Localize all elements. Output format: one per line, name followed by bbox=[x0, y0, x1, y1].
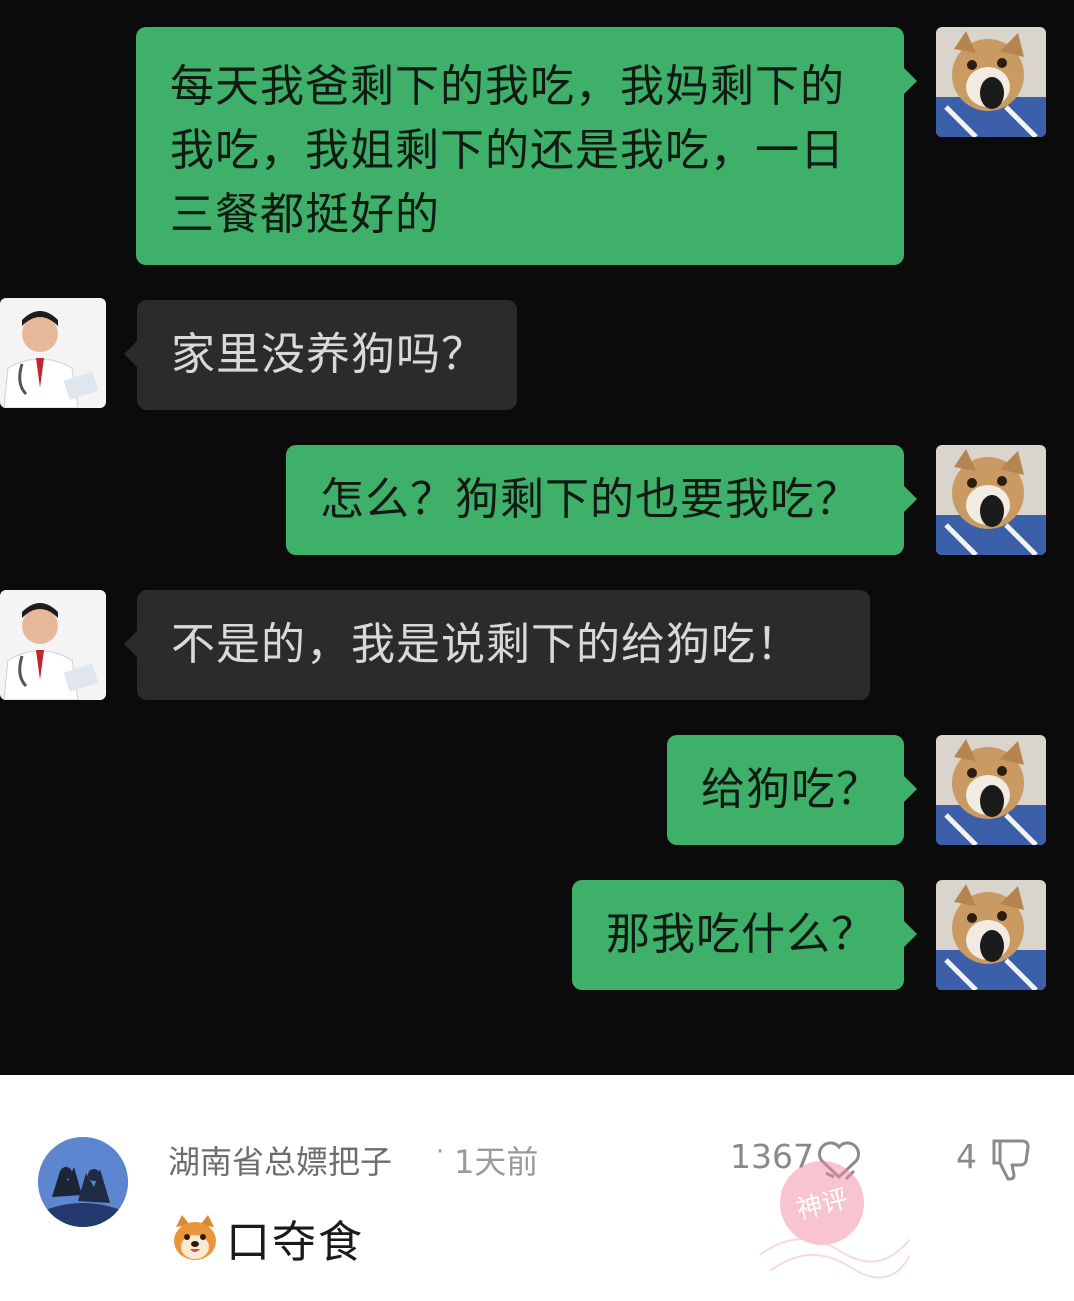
shiba-avatar[interactable] bbox=[936, 445, 1046, 555]
thumbs-down-icon[interactable] bbox=[990, 1137, 1032, 1181]
message-text: 那我吃什么？ bbox=[606, 909, 876, 960]
shiba-dog-emoji-icon bbox=[174, 1215, 216, 1260]
commenter-username[interactable]: 湖南省总嫖把子 bbox=[168, 1137, 392, 1183]
message-line: 每天我爸剩下的我吃，我妈剩下的 bbox=[170, 61, 845, 112]
message-text: 给狗吃？ bbox=[701, 764, 881, 815]
page: 每天我爸剩下的我吃，我妈剩下的 我吃，我姐剩下的还是我吃，一日 三餐都挺好的 家… bbox=[0, 0, 1074, 1301]
chat-screenshot: 每天我爸剩下的我吃，我妈剩下的 我吃，我姐剩下的还是我吃，一日 三餐都挺好的 家… bbox=[0, 0, 1074, 1075]
message-text: 不是的，我是说剩下的给狗吃！ bbox=[171, 619, 801, 670]
chat-bubble-sent: 那我吃什么？ bbox=[572, 880, 917, 990]
shiba-avatar[interactable] bbox=[936, 880, 1046, 990]
chat-bubble-received: 不是的，我是说剩下的给狗吃！ bbox=[124, 590, 870, 700]
commenter-avatar[interactable] bbox=[38, 1137, 128, 1227]
chat-bubble-received: 家里没养狗吗？ bbox=[124, 300, 517, 410]
dislike-count: 4 bbox=[956, 1137, 977, 1176]
god-comment-stamp: 神评 bbox=[760, 1161, 910, 1279]
chat-bubble-sent: 怎么？狗剩下的也要我吃？ bbox=[286, 445, 917, 555]
shiba-avatar[interactable] bbox=[936, 27, 1046, 137]
separator-dot: · bbox=[436, 1137, 445, 1167]
comment-text: 口夺食 bbox=[226, 1217, 364, 1268]
comment-time: 1天前 bbox=[454, 1143, 539, 1181]
message-line: 我吃，我姐剩下的还是我吃，一日 bbox=[170, 125, 845, 176]
shiba-avatar[interactable] bbox=[936, 735, 1046, 845]
message-line: 三餐都挺好的 bbox=[170, 189, 440, 240]
comment-body: 口夺食 bbox=[170, 1210, 364, 1268]
doctor-avatar[interactable] bbox=[0, 590, 106, 700]
doctor-avatar[interactable] bbox=[0, 298, 106, 408]
chat-bubble-sent: 给狗吃？ bbox=[667, 735, 917, 845]
chat-bubble-sent: 每天我爸剩下的我吃，我妈剩下的 我吃，我姐剩下的还是我吃，一日 三餐都挺好的 bbox=[136, 27, 917, 265]
message-text: 家里没养狗吗？ bbox=[171, 329, 486, 380]
comment-item: 湖南省总嫖把子 · 1天前 1367 4 神评 口夺食 bbox=[0, 1075, 1074, 1301]
message-text: 怎么？狗剩下的也要我吃？ bbox=[320, 474, 860, 525]
